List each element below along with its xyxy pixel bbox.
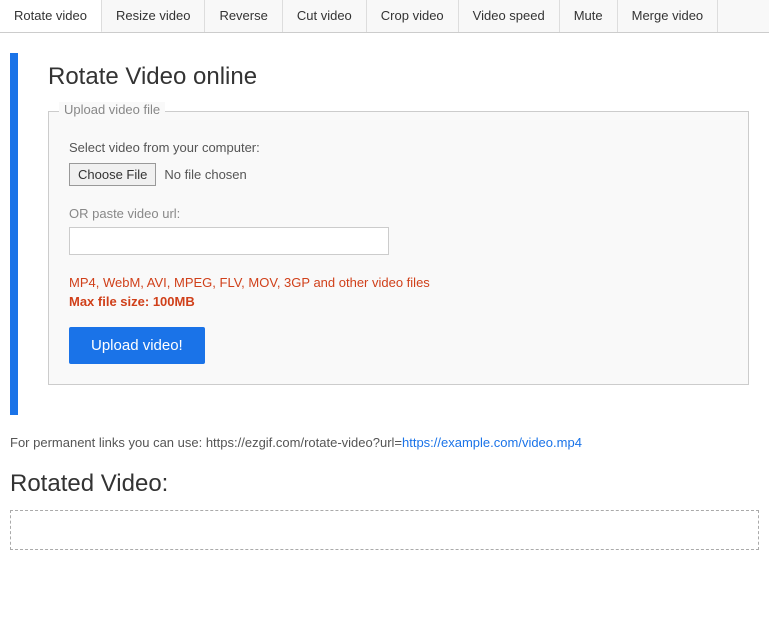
choose-file-button[interactable]: Choose File [69,163,156,186]
content-area: Rotate Video online Upload video file Se… [18,53,769,415]
upload-button[interactable]: Upload video! [69,327,205,364]
max-size-text: Max file size: 100MB [69,294,728,309]
main-content: Rotate Video online Upload video file Se… [0,33,769,435]
url-input[interactable] [69,227,389,255]
example-link[interactable]: https://example.com/video.mp4 [402,435,582,450]
tab-bar: Rotate video Resize video Reverse Cut vi… [0,0,769,33]
tab-resize-video[interactable]: Resize video [102,0,205,32]
tab-crop-video[interactable]: Crop video [367,0,459,32]
file-input-row: Choose File No file chosen [69,163,728,186]
page-title: Rotate Video online [48,63,749,91]
permanent-links-notice: For permanent links you can use: https:/… [0,435,769,450]
tab-cut-video[interactable]: Cut video [283,0,367,32]
upload-legend: Upload video file [59,102,165,117]
formats-text: MP4, WebM, AVI, MPEG, FLV, MOV, 3GP and … [69,275,728,290]
no-file-label: No file chosen [164,167,246,182]
permanent-links-prefix: For permanent links you can use: https:/… [10,435,402,450]
rotated-video-title: Rotated Video: [0,470,769,498]
tab-reverse[interactable]: Reverse [205,0,282,32]
tab-mute[interactable]: Mute [560,0,618,32]
left-accent-bar [10,53,18,415]
upload-section: Upload video file Select video from your… [48,111,749,385]
tab-video-speed[interactable]: Video speed [459,0,560,32]
rotated-video-box [10,510,759,550]
select-label: Select video from your computer: [69,140,728,155]
tab-rotate-video[interactable]: Rotate video [0,0,102,33]
or-paste-label: OR paste video url: [69,206,728,221]
tab-merge-video[interactable]: Merge video [618,0,719,32]
